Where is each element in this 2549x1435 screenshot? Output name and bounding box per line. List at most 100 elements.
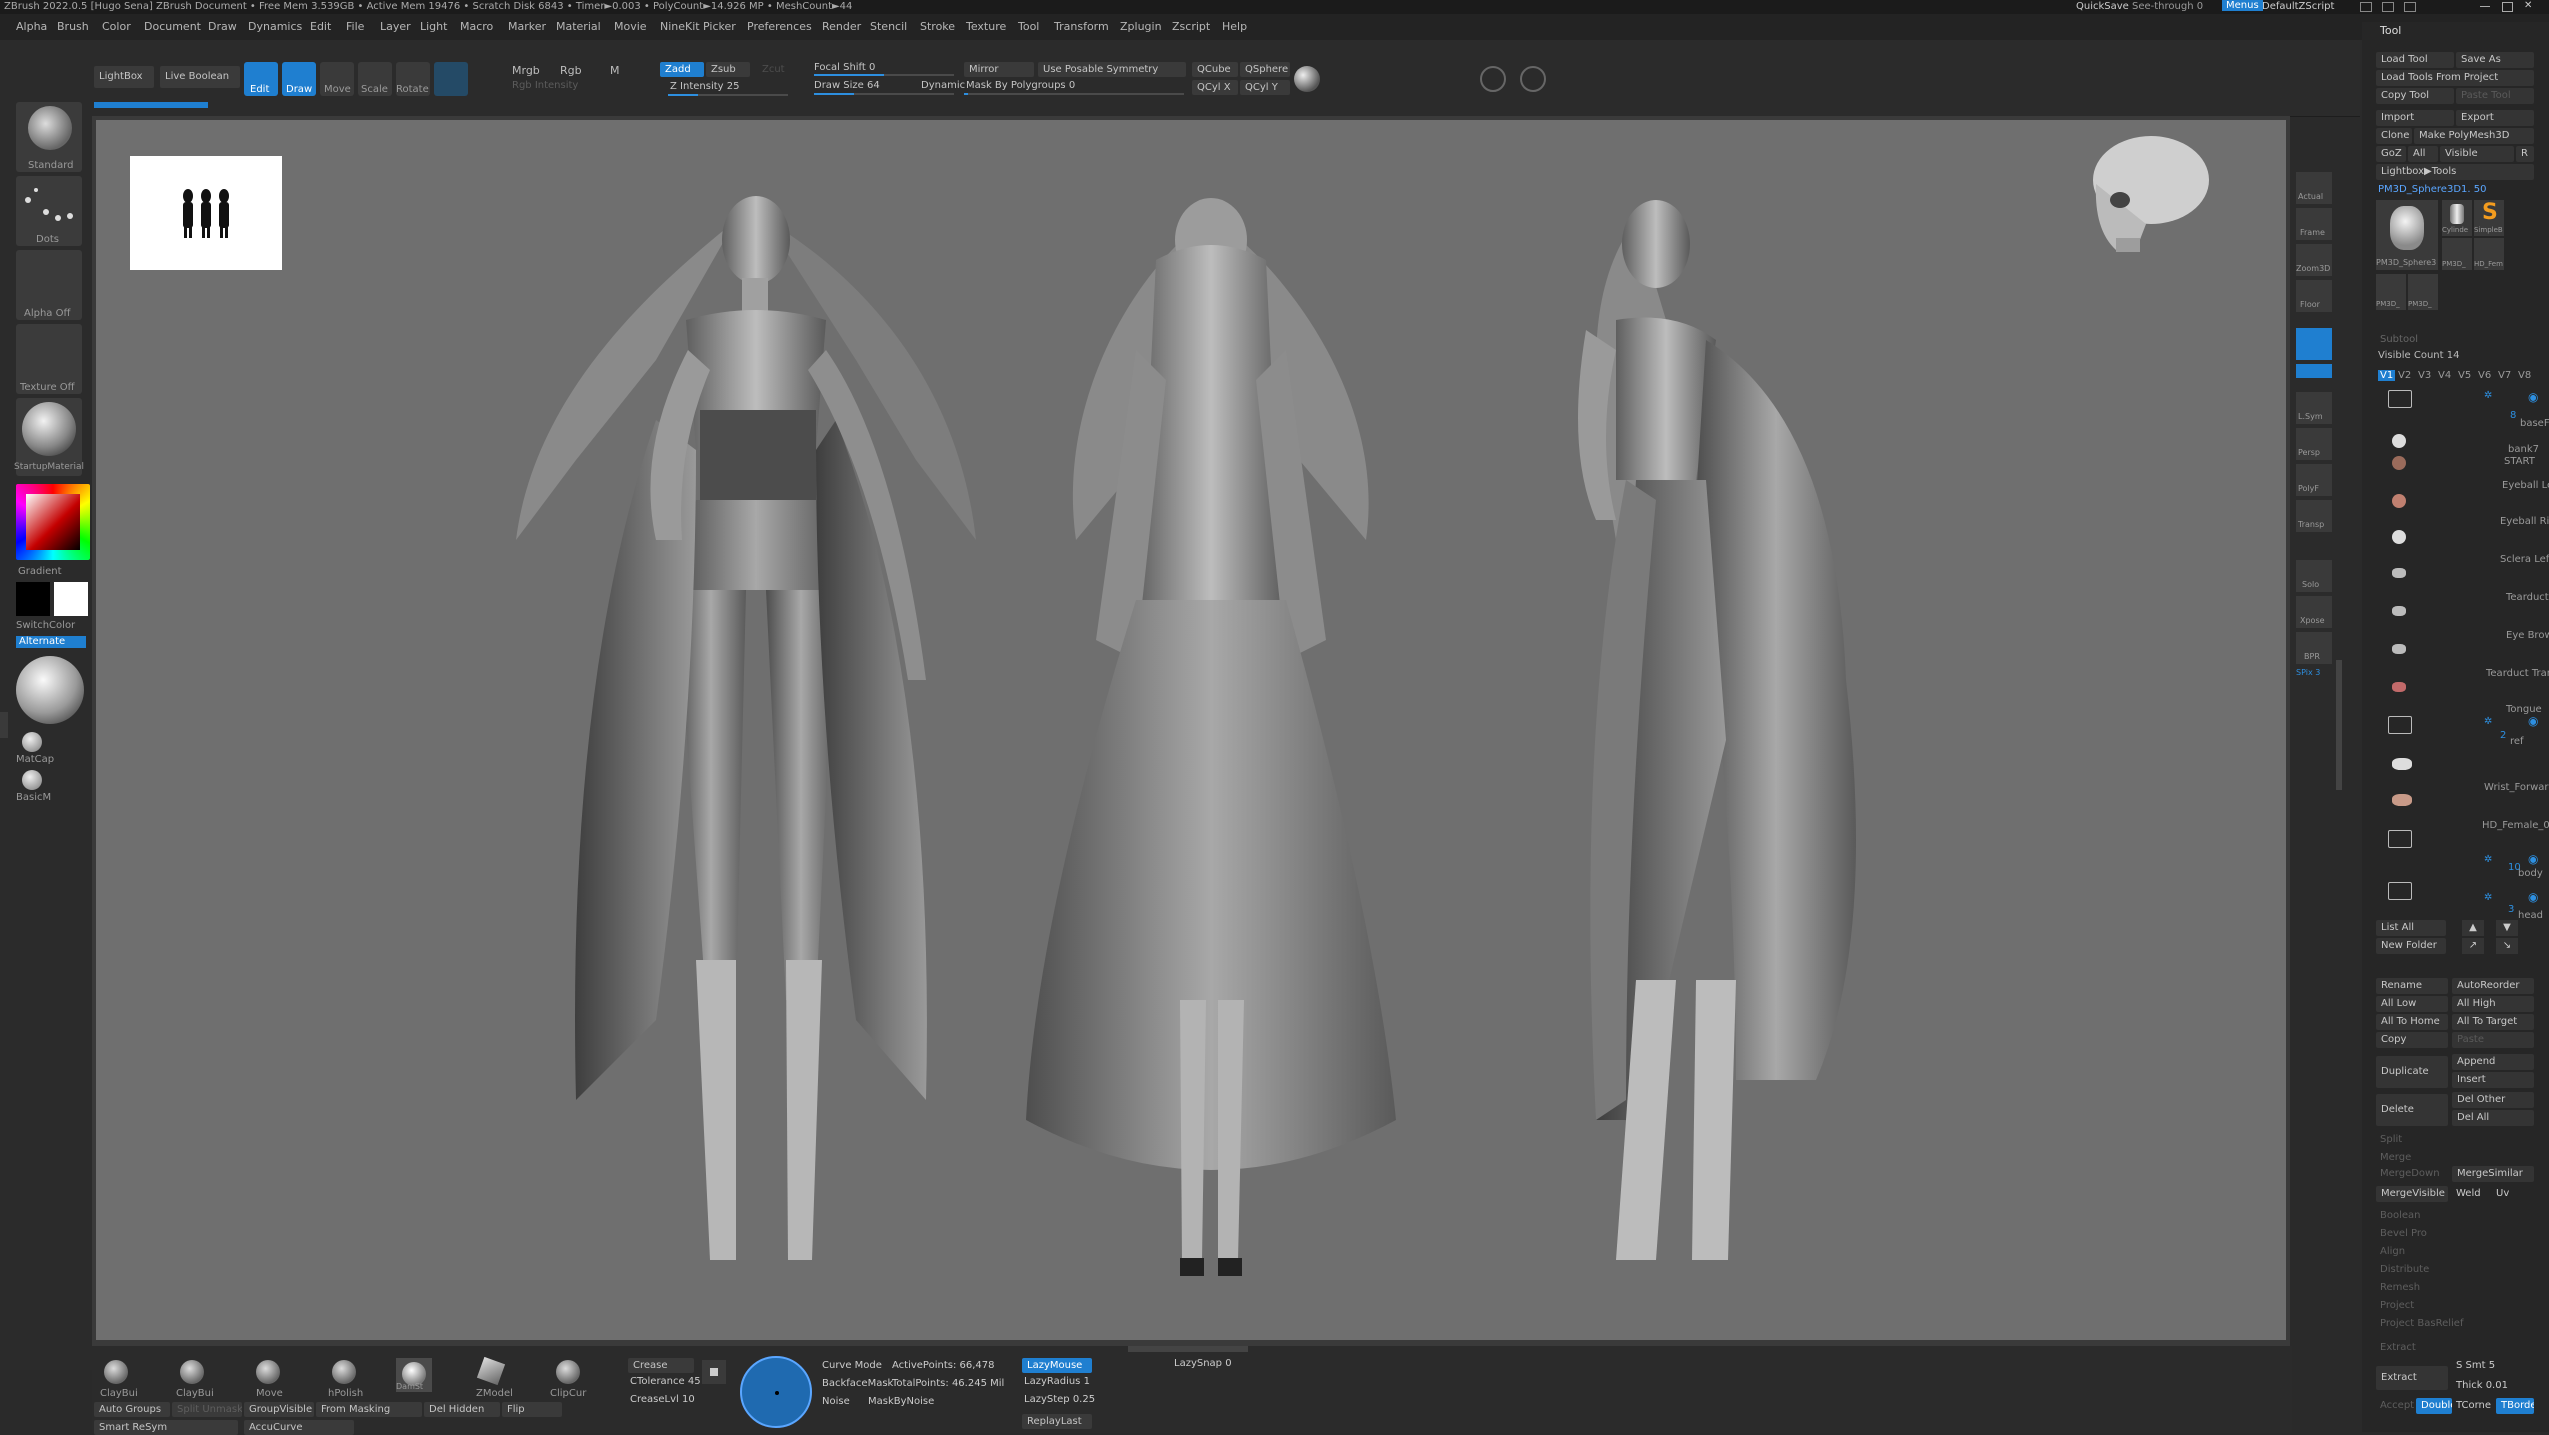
lazymouse-button[interactable]: LazyMouse	[1022, 1358, 1092, 1373]
close-icon[interactable]: ✕	[2524, 0, 2532, 11]
split-section-header[interactable]: Split	[2380, 1134, 2402, 1145]
subtool-name[interactable]: head	[2518, 910, 2543, 921]
scale-mode-button[interactable]: Scale	[358, 62, 392, 96]
window-icon[interactable]	[2382, 2, 2394, 12]
view-set-v4[interactable]: V4	[2438, 370, 2451, 381]
import-button[interactable]: Import	[2376, 110, 2454, 126]
menu-macro[interactable]: Macro	[460, 20, 493, 33]
menu-brush[interactable]: Brush	[57, 20, 89, 33]
alpha-off-button[interactable]: Alpha Off	[16, 250, 82, 320]
load-tools-from-project-button[interactable]: Load Tools From Project	[2376, 70, 2534, 86]
z-intensity-slider[interactable]: Z Intensity 25	[670, 81, 739, 92]
goz-visible-button[interactable]: Visible	[2440, 146, 2514, 162]
all-low-button[interactable]: All Low	[2376, 996, 2448, 1012]
quicksave-button[interactable]: QuickSave	[2076, 1, 2129, 12]
insert-button[interactable]: Insert	[2452, 1072, 2534, 1088]
tray-scrollbar[interactable]	[2336, 660, 2342, 790]
folder-icon[interactable]	[2388, 882, 2412, 900]
polyf-button[interactable]	[434, 62, 468, 96]
menu-picker[interactable]: Picker	[703, 20, 736, 33]
subtool-name[interactable]: Eye Brows	[2506, 630, 2549, 641]
crease-button[interactable]: Crease	[628, 1358, 694, 1373]
subtool-name[interactable]: ref	[2510, 736, 2524, 747]
focal-shift-track[interactable]	[814, 74, 954, 76]
tool-thumb-pm3d[interactable]: PM3D_	[2442, 238, 2472, 270]
spix-slider[interactable]: SPix 3	[2296, 668, 2320, 677]
view-set-v1[interactable]: V1	[2378, 370, 2396, 381]
qsphere-button[interactable]: QSphere	[1240, 62, 1290, 77]
copy-button[interactable]: Copy	[2376, 1032, 2448, 1048]
polyf-button[interactable]: PolyF	[2296, 464, 2332, 496]
texture-off-button[interactable]: Texture Off	[16, 324, 82, 394]
view-set-v6[interactable]: V6	[2478, 370, 2491, 381]
rgb-button[interactable]: Rgb	[560, 64, 582, 77]
mrgb-button[interactable]: Mrgb	[512, 64, 540, 77]
subtool-name[interactable]: Sclera Left	[2500, 554, 2549, 565]
zcut-button[interactable]: Zcut	[762, 64, 785, 75]
local-button[interactable]	[2296, 328, 2332, 360]
subtool-name[interactable]: baseFace	[2520, 418, 2549, 429]
menu-texture[interactable]: Texture	[966, 20, 1006, 33]
brush-standard-button[interactable]: Standard	[16, 102, 82, 172]
mask-by-polygroups-track[interactable]	[964, 93, 1184, 95]
goz-all-button[interactable]: All	[2408, 146, 2438, 162]
thick-slider[interactable]: Thick 0.01	[2456, 1380, 2508, 1391]
boolean-section-header[interactable]: Boolean	[2380, 1210, 2421, 1221]
brush-claybuildup-button[interactable]: ClayBui	[96, 1346, 162, 1404]
dynamic-toggle[interactable]: Dynamic	[921, 80, 965, 91]
zoom3d-button[interactable]: Zoom3D	[2296, 244, 2332, 276]
uv-toggle[interactable]: Uv	[2496, 1188, 2509, 1199]
tool-thumb-pm3d[interactable]: PM3D_	[2376, 274, 2406, 310]
subtool-section-header[interactable]: Subtool	[2380, 334, 2418, 345]
eye-icon[interactable]: ◉	[2528, 890, 2538, 904]
menu-layer[interactable]: Layer	[380, 20, 411, 33]
xpose-button[interactable]: Xpose	[2296, 596, 2332, 628]
subtool-name[interactable]: Tearduct	[2506, 592, 2549, 603]
subtool-name[interactable]: HD_Female_01	[2482, 820, 2549, 831]
menu-stencil[interactable]: Stencil	[870, 20, 907, 33]
list-all-button[interactable]: List All	[2376, 920, 2446, 936]
qcyl-y-button[interactable]: QCyl Y	[1240, 80, 1290, 95]
distribute-section-header[interactable]: Distribute	[2380, 1264, 2429, 1275]
color-picker[interactable]	[16, 484, 90, 560]
brush-move-button[interactable]: Move	[248, 1346, 314, 1404]
subtool-name[interactable]: Eyeball Left	[2502, 480, 2549, 491]
replaylast-button[interactable]: ReplayLast	[1022, 1414, 1092, 1429]
zsub-button[interactable]: Zsub	[706, 62, 750, 77]
view-set-v5[interactable]: V5	[2458, 370, 2471, 381]
group-visible-button[interactable]: GroupVisible	[244, 1402, 314, 1417]
paste-tool-button[interactable]: Paste Tool	[2456, 88, 2534, 104]
make-polymesh3d-button[interactable]: Make PolyMesh3D	[2414, 128, 2534, 144]
arrow-down-icon[interactable]: ▼	[2496, 920, 2518, 936]
all-high-button[interactable]: All High	[2452, 996, 2534, 1012]
switch-color-button[interactable]: SwitchColor	[16, 620, 75, 631]
material-sphere-icon[interactable]	[1294, 66, 1320, 92]
move-up-icon[interactable]: ↗	[2462, 938, 2484, 954]
eye-icon[interactable]: ◉	[2528, 852, 2538, 866]
move-down-icon[interactable]: ↘	[2496, 938, 2518, 954]
brush-claybuildup-button[interactable]: ClayBui	[172, 1346, 238, 1404]
noise-button[interactable]: Noise	[822, 1396, 850, 1407]
goz-r-button[interactable]: R	[2516, 146, 2534, 162]
lsym-button[interactable]: L.Sym	[2296, 392, 2332, 424]
subtool-row[interactable]	[2392, 604, 2542, 626]
arrow-up-icon[interactable]: ▲	[2462, 920, 2484, 936]
menu-document[interactable]: Document	[144, 20, 201, 33]
gradient-toggle[interactable]: Gradient	[18, 566, 62, 577]
main-color-swatch[interactable]	[54, 582, 88, 616]
secondary-color-swatch[interactable]	[16, 582, 50, 616]
menu-render[interactable]: Render	[822, 20, 861, 33]
menu-zplugin[interactable]: Zplugin	[1120, 20, 1162, 33]
mergedown-button[interactable]: MergeDown	[2380, 1168, 2440, 1179]
mask-by-polygroups-slider[interactable]: Mask By Polygroups 0	[966, 80, 1075, 91]
use-posable-symmetry-button[interactable]: Use Posable Symmetry	[1038, 62, 1186, 77]
tool-thumb-main[interactable]: PM3D_Sphere3	[2376, 200, 2438, 270]
append-button[interactable]: Append	[2452, 1054, 2534, 1070]
ctolerance-slider[interactable]: CTolerance 45	[630, 1376, 701, 1387]
bevel-pro-section-header[interactable]: Bevel Pro	[2380, 1228, 2427, 1239]
gear-icon[interactable]: ✲	[2484, 716, 2492, 727]
view-set-v3[interactable]: V3	[2418, 370, 2431, 381]
menu-stroke[interactable]: Stroke	[920, 20, 955, 33]
backface-mask-button[interactable]: BackfaceMask	[822, 1378, 893, 1389]
auto-groups-button[interactable]: Auto Groups	[94, 1402, 170, 1417]
